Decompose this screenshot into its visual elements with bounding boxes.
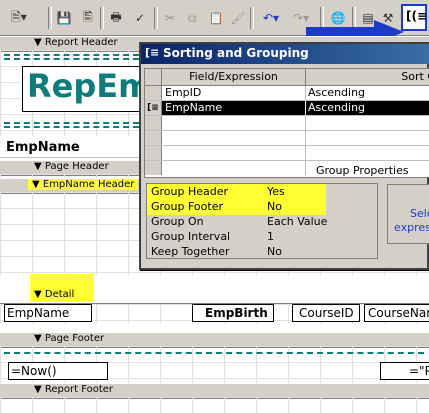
sort-order-header: Sort O [306,69,429,86]
now-field[interactable]: =Now() [8,362,108,380]
field-expression-header: Field/Expression [162,69,306,86]
dialog-titlebar[interactable]: [≡ Sorting and Grouping [141,44,429,64]
format-painter-icon[interactable]: 🖌 [228,8,248,28]
grouping-row-icon: [≡ [145,101,162,115]
detail-courseid-field[interactable]: CourseID [292,304,360,322]
sort-fields-grid: Field/Expression Sort O EmpID Ascending … [144,68,429,178]
keep-together-prop[interactable]: Keep Together No [148,244,378,259]
group-interval-prop[interactable]: Group Interval 1 [148,229,378,244]
paste-icon[interactable]: 📋 [206,8,226,28]
page-number-field[interactable]: ="P [380,362,429,380]
page-footer-label: ▼ Page Footer [34,333,105,344]
group-header-prop[interactable]: Group Header Yes [148,184,378,199]
group-footer-prop[interactable]: Group Footer No [148,199,378,214]
empname-header-label: ▼ EmpName Header [28,179,139,190]
print-preview-icon[interactable]: 🖺 [78,8,98,28]
group-on-prop[interactable]: Group On Each Value [148,214,378,229]
spelling-icon[interactable]: ✓ [130,8,150,28]
detail-label: ▼ Detail [34,289,75,300]
group-properties-heading: Group Properties [316,164,409,177]
detail-empname-field[interactable]: EmpName [4,304,92,322]
sort-row[interactable]: EmpID Ascending [145,86,429,101]
page-header-label: ▼ Page Header [34,161,109,172]
dialog-title: Sorting and Grouping [163,46,309,60]
report-title-label[interactable]: RepEm [22,66,151,112]
view-icon[interactable]: 🗎▾ [4,8,34,28]
help-text-panel: Sele expres [387,184,429,244]
detail-section[interactable]: EmpName EmpBirth CourseID CourseNar [0,304,429,324]
cut-icon[interactable]: ✂ [160,8,180,28]
undo-icon[interactable]: ↶▾ [256,8,286,28]
detail-bar[interactable]: ▼ Detail [0,289,429,303]
detail-coursename-field[interactable]: CourseNar [364,304,429,322]
detail-empbirth-field[interactable]: EmpBirth [192,304,274,322]
dialog-icon: [≡ [145,46,160,59]
empname-group-label[interactable]: EmpName [6,140,80,155]
sorting-grouping-dialog: [≡ Sorting and Grouping Field/Expression… [139,42,429,270]
report-header-label: ▼ Report Header [34,37,118,48]
print-icon[interactable]: 🖶 [106,8,126,28]
save-icon[interactable]: 💾 [54,8,74,28]
copy-icon[interactable]: ⧉ [182,8,202,28]
report-footer-label: ▼ Report Footer [34,384,114,395]
sort-row-selected[interactable]: [≡ EmpName Ascending [145,101,429,116]
